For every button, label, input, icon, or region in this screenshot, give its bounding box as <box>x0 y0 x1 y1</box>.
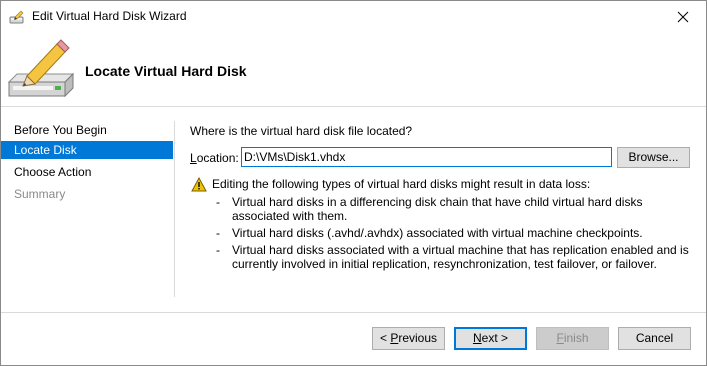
step-locate-disk[interactable]: Locate Disk <box>1 141 173 159</box>
location-question: Where is the virtual hard disk file loca… <box>190 124 413 138</box>
cancel-button[interactable]: Cancel <box>618 327 691 350</box>
wizard-window: Edit Virtual Hard Disk Wizard Locate Vir… <box>0 0 707 366</box>
close-icon <box>677 11 689 22</box>
next-button[interactable]: Next > <box>454 327 527 350</box>
finish-button: Finish <box>536 327 609 350</box>
warning-list: - Virtual hard disks in a differencing di… <box>216 195 696 274</box>
footer-divider <box>1 312 706 313</box>
nav-divider <box>174 121 175 297</box>
close-button[interactable] <box>660 1 706 32</box>
location-field[interactable] <box>241 147 612 167</box>
warning-text: Editing the following types of virtual h… <box>212 177 591 191</box>
previous-button[interactable]: < Previous <box>372 327 445 350</box>
location-label: Location: <box>190 151 239 165</box>
list-item: - Virtual hard disks in a differencing di… <box>216 195 643 223</box>
browse-button[interactable]: Browse... <box>617 147 690 168</box>
disk-pencil-icon <box>7 38 77 100</box>
list-item: - Virtual hard disks associated with a vi… <box>216 243 689 271</box>
wizard-header: Locate Virtual Hard Disk <box>1 32 706 107</box>
step-summary: Summary <box>14 187 66 201</box>
wizard-steps: Before You Begin Locate Disk Choose Acti… <box>1 107 173 297</box>
warning-icon <box>191 176 207 193</box>
step-choose-action[interactable]: Choose Action <box>1 163 173 181</box>
list-item: - Virtual hard disks (.avhd/.avhdx) assoc… <box>216 226 643 240</box>
page-title: Locate Virtual Hard Disk <box>85 63 247 79</box>
step-before-you-begin[interactable]: Before You Begin <box>1 121 173 139</box>
title-bar: Edit Virtual Hard Disk Wizard <box>1 1 706 32</box>
window-title: Edit Virtual Hard Disk Wizard <box>32 9 187 23</box>
disk-wizard-icon <box>9 9 25 25</box>
